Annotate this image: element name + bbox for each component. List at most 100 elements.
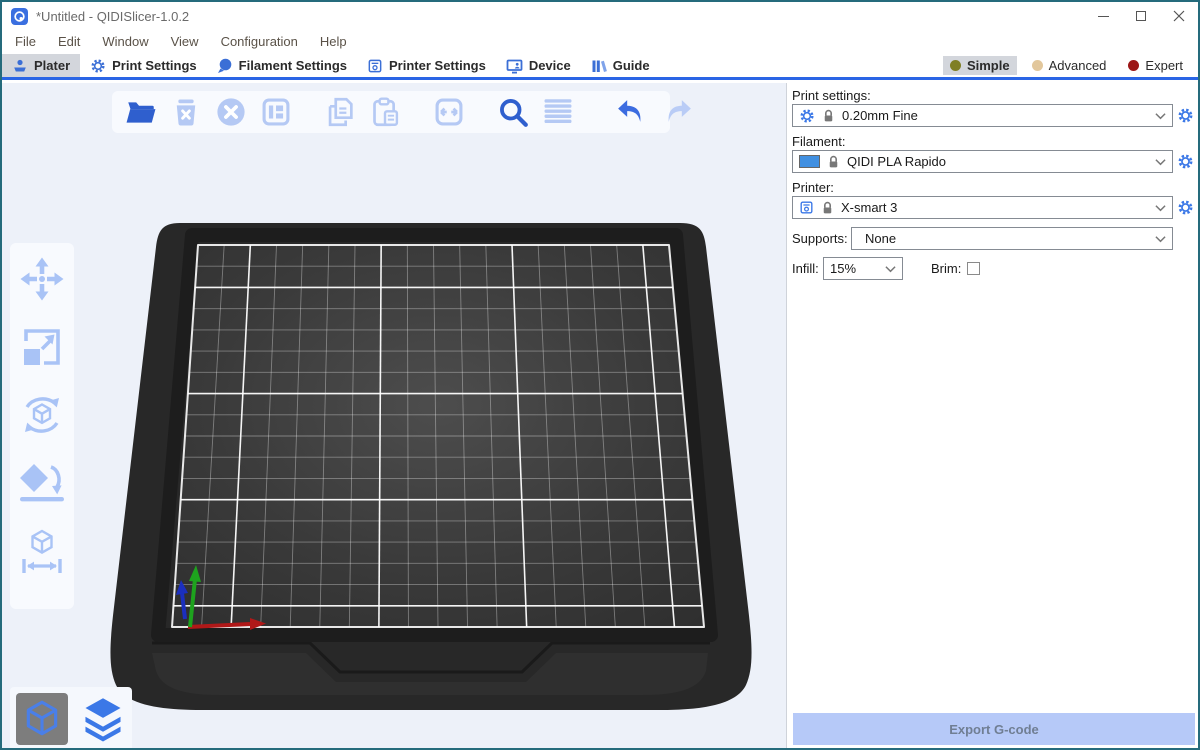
supports-combo[interactable]: None — [851, 227, 1173, 250]
preview-view-button[interactable] — [78, 693, 128, 745]
tab-device[interactable]: Device — [496, 54, 581, 77]
edit-print-settings-button[interactable] — [1177, 107, 1194, 124]
3d-viewport[interactable] — [2, 83, 786, 748]
gear-icon — [799, 108, 815, 124]
supports-label: Supports: — [792, 230, 851, 247]
redo-button[interactable] — [660, 95, 694, 129]
variable-layer-height-button[interactable] — [541, 95, 575, 129]
menu-configuration[interactable]: Configuration — [210, 30, 309, 54]
menu-edit[interactable]: Edit — [47, 30, 91, 54]
mode-expert[interactable]: Expert — [1121, 56, 1190, 75]
delete-button[interactable] — [169, 95, 203, 129]
advanced-dot-icon — [1032, 60, 1043, 71]
print-bed — [2, 83, 786, 748]
lock-icon — [822, 109, 835, 123]
guide-icon — [591, 58, 607, 74]
rotate-tool-button[interactable] — [18, 391, 66, 439]
chevron-down-icon — [1155, 235, 1166, 243]
view-mode-toggles — [10, 687, 132, 748]
close-button[interactable] — [1160, 2, 1198, 30]
3d-editor-view-button[interactable] — [16, 693, 68, 745]
printer-value: X-smart 3 — [841, 200, 897, 215]
place-on-face-tool-button[interactable] — [18, 459, 66, 507]
tab-plater[interactable]: Plater — [2, 54, 80, 77]
open-file-button[interactable] — [124, 95, 158, 129]
chevron-down-icon — [885, 265, 896, 273]
paste-button[interactable] — [368, 95, 402, 129]
filament-value: QIDI PLA Rapido — [847, 154, 946, 169]
printer-combo[interactable]: X-smart 3 — [792, 196, 1173, 219]
mode-label: Simple — [967, 58, 1010, 73]
menu-help[interactable]: Help — [309, 30, 358, 54]
mode-label: Expert — [1145, 58, 1183, 73]
tab-label: Printer Settings — [389, 58, 486, 73]
sidebar: Print settings: 0.20mm Fine Filament: — [786, 83, 1198, 748]
print-settings-value: 0.20mm Fine — [842, 108, 918, 123]
chevron-down-icon — [1155, 204, 1166, 212]
arrange-button[interactable] — [259, 95, 293, 129]
menu-view[interactable]: View — [160, 30, 210, 54]
mode-label: Advanced — [1049, 58, 1107, 73]
edit-printer-button[interactable] — [1177, 199, 1194, 216]
edit-filament-button[interactable] — [1177, 153, 1194, 170]
tab-label: Device — [529, 58, 571, 73]
mode-advanced[interactable]: Advanced — [1025, 56, 1114, 75]
minimize-button[interactable] — [1084, 2, 1122, 30]
tab-printer-settings[interactable]: Printer Settings — [357, 54, 496, 77]
tab-filament-settings[interactable]: Filament Settings — [207, 54, 357, 77]
top-toolbar — [112, 91, 670, 133]
lock-icon — [827, 155, 840, 169]
tab-label: Print Settings — [112, 58, 197, 73]
printer-icon — [367, 58, 383, 74]
print-settings-label: Print settings: — [792, 87, 1194, 104]
filament-combo[interactable]: QIDI PLA Rapido — [792, 150, 1173, 173]
gear-icon — [90, 58, 106, 74]
chevron-down-icon — [1155, 112, 1166, 120]
window-title: *Untitled - QIDISlicer-1.0.2 — [36, 9, 189, 24]
maximize-button[interactable] — [1122, 2, 1160, 30]
supports-value: None — [865, 231, 896, 246]
undo-button[interactable] — [615, 95, 649, 129]
filament-label: Filament: — [792, 133, 1194, 150]
tab-guide[interactable]: Guide — [581, 54, 660, 77]
app-logo-icon — [11, 8, 28, 25]
tab-label: Guide — [613, 58, 650, 73]
simple-dot-icon — [950, 60, 961, 71]
filament-color-swatch — [799, 155, 820, 168]
minimize-icon — [1098, 16, 1109, 17]
tab-bar: Plater Print Settings Filament Settings … — [2, 54, 1198, 80]
measure-tool-button[interactable] — [18, 527, 66, 575]
menu-file[interactable]: File — [4, 30, 47, 54]
tab-label: Plater — [34, 58, 70, 73]
split-objects-button[interactable] — [432, 95, 466, 129]
delete-all-button[interactable] — [214, 95, 248, 129]
tab-print-settings[interactable]: Print Settings — [80, 54, 207, 77]
printer-label: Printer: — [792, 179, 1194, 196]
app-window: *Untitled - QIDISlicer-1.0.2 File Edit W… — [0, 0, 1200, 750]
close-icon — [1173, 10, 1185, 22]
plater-icon — [12, 58, 28, 74]
maximize-icon — [1136, 11, 1146, 21]
device-icon — [506, 58, 523, 74]
printer-icon — [799, 200, 814, 215]
tab-label: Filament Settings — [239, 58, 347, 73]
menu-bar: File Edit Window View Configuration Help — [2, 30, 1198, 54]
mode-simple[interactable]: Simple — [943, 56, 1017, 75]
export-gcode-button[interactable]: Export G-code — [793, 713, 1195, 745]
scale-tool-button[interactable] — [18, 323, 66, 371]
brim-label: Brim: — [931, 261, 961, 276]
mode-selector: Simple Advanced Expert — [943, 54, 1190, 77]
title-bar[interactable]: *Untitled - QIDISlicer-1.0.2 — [2, 2, 1198, 30]
chevron-down-icon — [1155, 158, 1166, 166]
print-settings-combo[interactable]: 0.20mm Fine — [792, 104, 1173, 127]
infill-value: 15% — [830, 261, 856, 276]
lock-icon — [821, 201, 834, 215]
move-tool-button[interactable] — [18, 255, 66, 303]
layers-icon — [81, 696, 125, 742]
infill-combo[interactable]: 15% — [823, 257, 903, 280]
copy-button[interactable] — [323, 95, 357, 129]
brim-checkbox[interactable] — [967, 262, 980, 275]
filament-icon — [217, 58, 233, 74]
search-button[interactable] — [496, 95, 530, 129]
menu-window[interactable]: Window — [91, 30, 159, 54]
